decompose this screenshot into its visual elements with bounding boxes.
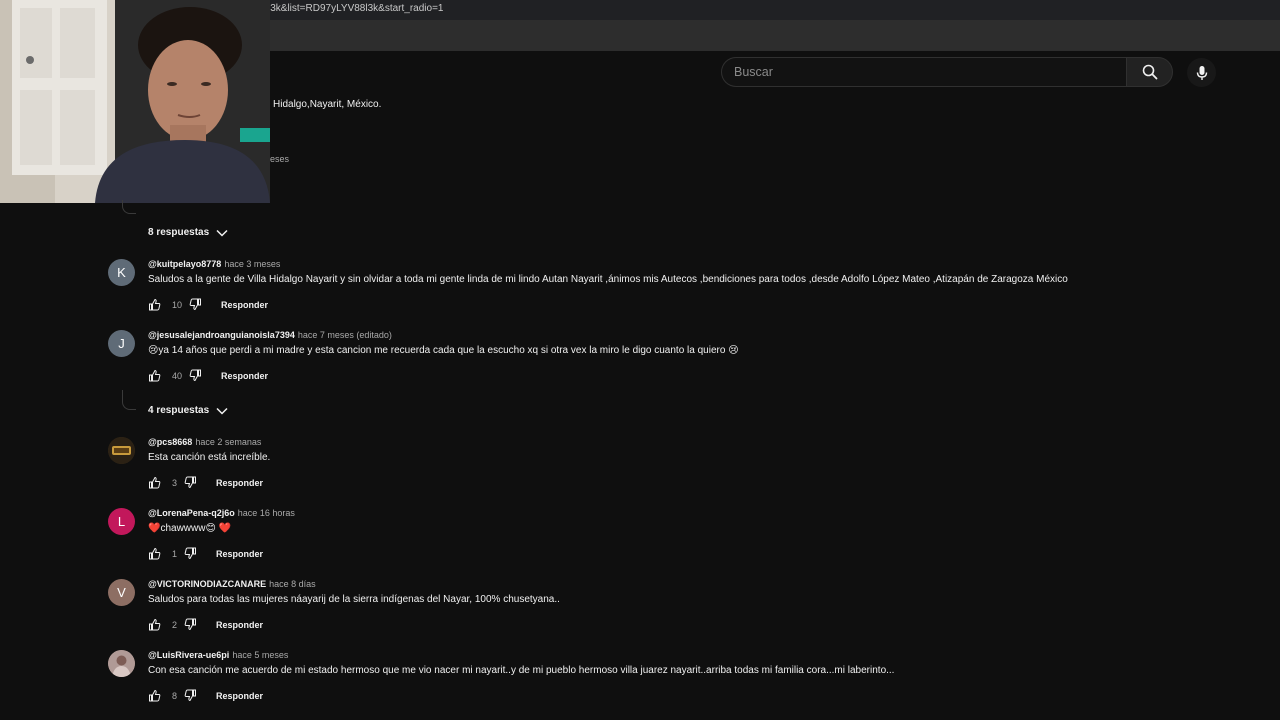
dislike-button[interactable] <box>189 369 211 382</box>
author-handle[interactable]: @kuitpelayo8778 <box>148 259 221 269</box>
replies-toggle[interactable]: 4 respuestas <box>148 405 228 416</box>
search-field[interactable] <box>721 57 1127 87</box>
comment-time[interactable]: hace 5 meses <box>232 650 288 660</box>
reply-button[interactable]: Responder <box>221 371 268 381</box>
comment-text: Esta canción está increíble. <box>148 452 271 463</box>
like-count: 2 <box>172 619 178 630</box>
dislike-button[interactable] <box>184 689 206 702</box>
reply-button[interactable]: Responder <box>216 620 263 630</box>
search-icon <box>1142 64 1157 80</box>
like-count: 1 <box>172 548 178 559</box>
thread-connector <box>122 390 136 410</box>
like-button[interactable] <box>148 369 172 382</box>
like-button[interactable] <box>148 618 172 631</box>
like-count: 40 <box>172 370 183 381</box>
webcam-overlay <box>0 0 270 203</box>
comment-header: @LuisRivera-ue6pi hace 5 meses <box>148 650 288 660</box>
comment-text: Con esa canción me acuerdo de mi estado … <box>148 665 895 676</box>
thumbs-up-icon <box>149 298 161 311</box>
author-handle[interactable]: @LorenaPena-q2j6o <box>148 508 235 518</box>
thread-connector <box>122 200 136 214</box>
comment: K @kuitpelayo8778 hace 3 meses Saludos a … <box>108 259 1208 319</box>
comment-actions: 40 Responder <box>148 369 268 382</box>
author-handle[interactable]: @jesusalejandroanguianoisla7394 <box>148 330 295 340</box>
comment: V @VICTORINODIAZCANARE hace 8 días Saludo… <box>108 579 1208 639</box>
comment-header: @LorenaPena-q2j6o hace 16 horas <box>148 508 295 518</box>
thumbs-down-icon <box>184 689 196 702</box>
avatar[interactable] <box>108 437 135 464</box>
comment-time[interactable]: hace 2 semanas <box>195 437 261 447</box>
comment-actions: 2 Responder <box>148 618 263 631</box>
avatar[interactable]: V <box>108 579 135 606</box>
thumbs-up-icon <box>149 689 161 702</box>
avatar[interactable]: L <box>108 508 135 535</box>
comment: @pcs8668 hace 2 semanas Esta canción está… <box>108 437 1208 497</box>
partial-comment-text: Hidalgo,Nayarit, México. <box>273 99 382 110</box>
comment-header: @pcs8668 hace 2 semanas <box>148 437 261 447</box>
replies-toggle[interactable]: 8 respuestas <box>148 227 228 238</box>
thumbs-up-icon <box>149 369 161 382</box>
comment-header: @kuitpelayo8778 hace 3 meses <box>148 259 280 269</box>
thumbs-down-icon <box>184 618 196 631</box>
comment-text: 😢ya 14 años que perdi a mi madre y esta … <box>148 345 739 356</box>
reply-button[interactable]: Responder <box>216 691 263 701</box>
url-text: l3k&list=RD97yLYV88l3k&start_radio=1 <box>268 3 444 14</box>
replies-label: 8 respuestas <box>148 227 210 238</box>
avatar-logo-image <box>108 437 135 464</box>
author-handle[interactable]: @LuisRivera-ue6pi <box>148 650 229 660</box>
dislike-button[interactable] <box>189 298 211 311</box>
like-count: 8 <box>172 690 178 701</box>
comment-actions: 10 Responder <box>148 298 268 311</box>
comment-text: Saludos para todas las mujeres náayarij … <box>148 594 560 605</box>
author-handle[interactable]: @VICTORINODIAZCANARE <box>148 579 266 589</box>
like-button[interactable] <box>148 298 172 311</box>
thumbs-down-icon <box>189 369 201 382</box>
comment-actions: 3 Responder <box>148 476 263 489</box>
reply-button[interactable]: Responder <box>216 478 263 488</box>
comment: @LuisRivera-ue6pi hace 5 meses Con esa ca… <box>108 650 1208 710</box>
microphone-icon <box>1196 65 1207 80</box>
thumbs-down-icon <box>184 547 196 560</box>
like-button[interactable] <box>148 689 172 702</box>
comment: J @jesusalejandroanguianoisla7394 hace 7 … <box>108 330 1208 390</box>
search-input[interactable] <box>722 58 1127 86</box>
comment-actions: 1 Responder <box>148 547 263 560</box>
replies-label: 4 respuestas <box>148 405 210 416</box>
dislike-button[interactable] <box>184 618 206 631</box>
like-button[interactable] <box>148 547 172 560</box>
thumbs-up-icon <box>149 618 161 631</box>
comment-time[interactable]: hace 7 meses (editado) <box>298 330 392 340</box>
avatar[interactable]: K <box>108 259 135 286</box>
thumbs-up-icon <box>149 476 161 489</box>
author-handle[interactable]: @pcs8668 <box>148 437 192 447</box>
avatar[interactable] <box>108 650 135 677</box>
comment-time[interactable]: hace 16 horas <box>238 508 295 518</box>
thumbs-down-icon <box>189 298 201 311</box>
thumbs-down-icon <box>184 476 196 489</box>
comment: L @LorenaPena-q2j6o hace 16 horas ❤️chaww… <box>108 508 1208 568</box>
comment-text: Saludos a la gente de Villa Hidalgo Naya… <box>148 274 1068 285</box>
comment-text: ❤️chawwww😊 ❤️ <box>148 523 232 534</box>
chevron-down-icon <box>216 229 228 237</box>
partial-comment-time: eses <box>270 154 290 164</box>
comment-time[interactable]: hace 8 días <box>269 579 316 589</box>
comment-actions: 8 Responder <box>148 689 263 702</box>
reply-button[interactable]: Responder <box>216 549 263 559</box>
reply-button[interactable]: Responder <box>221 300 268 310</box>
like-button[interactable] <box>148 476 172 489</box>
search-button[interactable] <box>1126 57 1173 87</box>
comment-header: @jesusalejandroanguianoisla7394 hace 7 me… <box>148 330 392 340</box>
dislike-button[interactable] <box>184 476 206 489</box>
comment-header: @VICTORINODIAZCANARE hace 8 días <box>148 579 316 589</box>
like-count: 3 <box>172 477 178 488</box>
avatar-photo-image <box>108 650 135 677</box>
thumbs-up-icon <box>149 547 161 560</box>
dislike-button[interactable] <box>184 547 206 560</box>
avatar[interactable]: J <box>108 330 135 357</box>
comment-time[interactable]: hace 3 meses <box>224 259 280 269</box>
webcam-person-image <box>0 0 270 203</box>
voice-search-button[interactable] <box>1187 58 1216 87</box>
like-count: 10 <box>172 299 183 310</box>
chevron-down-icon <box>216 407 228 415</box>
